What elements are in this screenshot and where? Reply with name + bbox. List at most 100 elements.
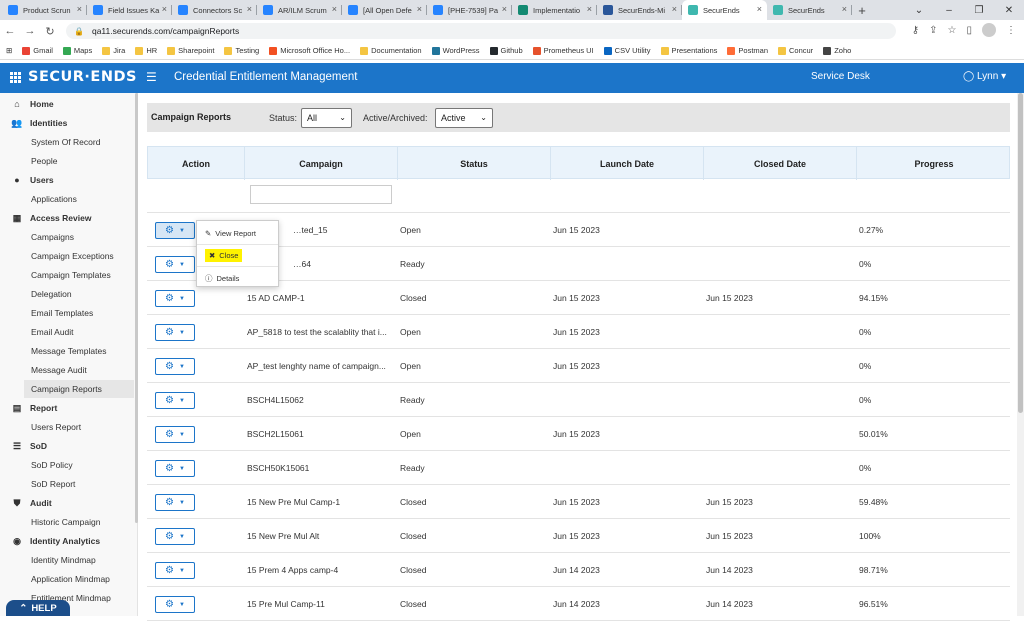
column-header-launch-date[interactable]: Launch Date bbox=[551, 147, 704, 180]
browser-tab[interactable]: AR/ILM Scrum × bbox=[257, 0, 342, 20]
profile-avatar[interactable] bbox=[982, 23, 996, 37]
sidebar-item-campaign-exceptions[interactable]: Campaign Exceptions bbox=[0, 247, 134, 265]
service-desk-link[interactable]: Service Desk bbox=[811, 71, 870, 82]
bookmark-item[interactable]: CSV Utility bbox=[603, 46, 651, 55]
action-gear-button[interactable]: ⚙ ▼ bbox=[155, 494, 195, 511]
browser-tab[interactable]: Connectors Sc × bbox=[172, 0, 257, 20]
sidebar-item-home[interactable]: ⌂ Home bbox=[0, 95, 134, 113]
sidebar-item-email-audit[interactable]: Email Audit bbox=[0, 323, 134, 341]
bookmark-item[interactable]: Microsoft Office Ho... bbox=[269, 46, 350, 55]
close-tab-icon[interactable]: × bbox=[842, 4, 847, 14]
sidebar-item-message-audit[interactable]: Message Audit bbox=[0, 361, 134, 379]
securends-logo[interactable]: SECUR·ENDS bbox=[28, 69, 137, 85]
hamburger-menu-icon[interactable]: ☰ bbox=[146, 70, 157, 84]
close-window-icon[interactable]: ✕ bbox=[994, 5, 1024, 16]
sidebar-item-identity-mindmap[interactable]: Identity Mindmap bbox=[0, 551, 134, 569]
bookmark-item[interactable]: Documentation bbox=[360, 46, 422, 55]
browser-tab[interactable]: [PHE-7539] Pa × bbox=[427, 0, 512, 20]
close-tab-icon[interactable]: × bbox=[502, 4, 507, 14]
sidebar-item-campaign-templates[interactable]: Campaign Templates bbox=[0, 266, 134, 284]
new-tab-icon[interactable]: + bbox=[852, 3, 872, 18]
minimize-icon[interactable]: – bbox=[934, 5, 964, 16]
bookmark-item[interactable]: Github bbox=[489, 46, 523, 55]
menu-item-details[interactable]: ⓘ Details bbox=[197, 268, 278, 288]
action-gear-button[interactable]: ⚙ ▼ bbox=[155, 460, 195, 477]
sidebar-item-historic-campaign[interactable]: Historic Campaign bbox=[0, 513, 134, 531]
forward-icon[interactable]: → bbox=[20, 25, 40, 37]
menu-item-view-report[interactable]: ✎ View Report bbox=[197, 223, 278, 243]
menu-icon[interactable]: ⋮ bbox=[1006, 25, 1016, 36]
sidepanel-icon[interactable]: ▯ bbox=[966, 25, 972, 36]
back-icon[interactable]: ← bbox=[0, 25, 20, 37]
user-menu[interactable]: ◯ Lynn ▾ bbox=[963, 71, 1006, 82]
action-gear-button[interactable]: ⚙ ▼ bbox=[155, 222, 195, 239]
action-gear-button[interactable]: ⚙ ▼ bbox=[155, 562, 195, 579]
bookmark-item[interactable]: Maps bbox=[62, 46, 92, 55]
status-filter-select[interactable]: All ⌄ bbox=[301, 108, 352, 128]
sidebar-item-identity-analytics[interactable]: ◉ Identity Analytics bbox=[0, 532, 134, 550]
sidebar-item-application-mindmap[interactable]: Application Mindmap bbox=[0, 570, 134, 588]
close-tab-icon[interactable]: × bbox=[162, 4, 167, 14]
page-scrollbar-thumb[interactable] bbox=[1018, 93, 1023, 413]
share-icon[interactable]: ⇪ bbox=[929, 25, 937, 36]
bookmark-item[interactable]: Sharepoint bbox=[167, 46, 214, 55]
chevron-down-icon[interactable]: ⌄ bbox=[904, 5, 934, 16]
bookmark-item[interactable]: Concur bbox=[778, 46, 813, 55]
close-tab-icon[interactable]: × bbox=[77, 4, 82, 14]
sidebar-item-audit[interactable]: ⛊ Audit bbox=[0, 494, 134, 512]
column-header-action[interactable]: Action bbox=[148, 147, 245, 180]
bookmark-item[interactable]: Zoho bbox=[823, 46, 851, 55]
key-icon[interactable]: ⚷ bbox=[912, 25, 919, 36]
archived-filter-select[interactable]: Active ⌄ bbox=[435, 108, 493, 128]
action-gear-button[interactable]: ⚙ ▼ bbox=[155, 596, 195, 613]
action-gear-button[interactable]: ⚙ ▼ bbox=[155, 256, 195, 273]
sidebar-item-report[interactable]: ▤ Report bbox=[0, 399, 134, 417]
bookmark-item[interactable]: WordPress bbox=[431, 46, 480, 55]
action-gear-button[interactable]: ⚙ ▼ bbox=[155, 324, 195, 341]
sidebar-item-users-report[interactable]: Users Report bbox=[0, 418, 134, 436]
column-header-closed-date[interactable]: Closed Date bbox=[704, 147, 857, 180]
star-icon[interactable]: ☆ bbox=[948, 25, 957, 36]
sidebar-item-sod-policy[interactable]: SoD Policy bbox=[0, 456, 134, 474]
bookmark-item[interactable]: Testing bbox=[224, 46, 259, 55]
page-scrollbar[interactable] bbox=[1017, 93, 1024, 616]
browser-tab[interactable]: SecurEnds-Mi × bbox=[597, 0, 682, 20]
sidebar-item-message-templates[interactable]: Message Templates bbox=[0, 342, 134, 360]
bookmark-item[interactable]: HR bbox=[135, 46, 157, 55]
column-header-campaign[interactable]: Campaign bbox=[245, 147, 398, 180]
campaign-filter-input[interactable] bbox=[250, 185, 392, 204]
sidebar-item-people[interactable]: People bbox=[0, 152, 134, 170]
apps-icon[interactable]: ⊞ bbox=[6, 46, 12, 55]
action-gear-button[interactable]: ⚙ ▼ bbox=[155, 528, 195, 545]
action-gear-button[interactable]: ⚙ ▼ bbox=[155, 290, 195, 307]
sidebar-item-campaign-reports[interactable]: Campaign Reports bbox=[24, 380, 134, 398]
browser-tab[interactable]: SecurEnds × bbox=[767, 0, 852, 20]
bookmark-item[interactable]: Presentations bbox=[660, 46, 717, 55]
help-button[interactable]: ⌃ HELP bbox=[6, 600, 70, 616]
bookmark-item[interactable]: Jira bbox=[102, 46, 125, 55]
close-tab-icon[interactable]: × bbox=[332, 4, 337, 14]
browser-tab[interactable]: Product Scrun × bbox=[2, 0, 87, 20]
sidebar-item-access-review[interactable]: ▦ Access Review bbox=[0, 209, 134, 227]
sidebar-item-email-templates[interactable]: Email Templates bbox=[0, 304, 134, 322]
close-tab-icon[interactable]: × bbox=[672, 4, 677, 14]
menu-item-close[interactable]: ✖ Close bbox=[197, 245, 278, 265]
close-tab-icon[interactable]: × bbox=[417, 4, 422, 14]
reload-icon[interactable]: ↻ bbox=[40, 25, 60, 38]
url-field[interactable]: 🔒 qa11.securends.com/campaignReports bbox=[66, 23, 896, 39]
close-tab-icon[interactable]: × bbox=[587, 4, 592, 14]
sidebar-scrollbar[interactable] bbox=[135, 93, 138, 523]
sidebar-item-users[interactable]: ● Users bbox=[0, 171, 134, 189]
sidebar-item-identities[interactable]: 👥 Identities bbox=[0, 114, 134, 132]
column-header-status[interactable]: Status bbox=[398, 147, 551, 180]
column-header-progress[interactable]: Progress bbox=[857, 147, 1011, 180]
action-gear-button[interactable]: ⚙ ▼ bbox=[155, 358, 195, 375]
bookmark-item[interactable]: Postman bbox=[727, 46, 768, 55]
sidebar-item-delegation[interactable]: Delegation bbox=[0, 285, 134, 303]
action-gear-button[interactable]: ⚙ ▼ bbox=[155, 392, 195, 409]
restore-icon[interactable]: ❐ bbox=[964, 5, 994, 16]
apps-grid-icon[interactable] bbox=[10, 72, 21, 83]
action-gear-button[interactable]: ⚙ ▼ bbox=[155, 426, 195, 443]
browser-tab[interactable]: Implementatio × bbox=[512, 0, 597, 20]
sidebar-item-sod-report[interactable]: SoD Report bbox=[0, 475, 134, 493]
